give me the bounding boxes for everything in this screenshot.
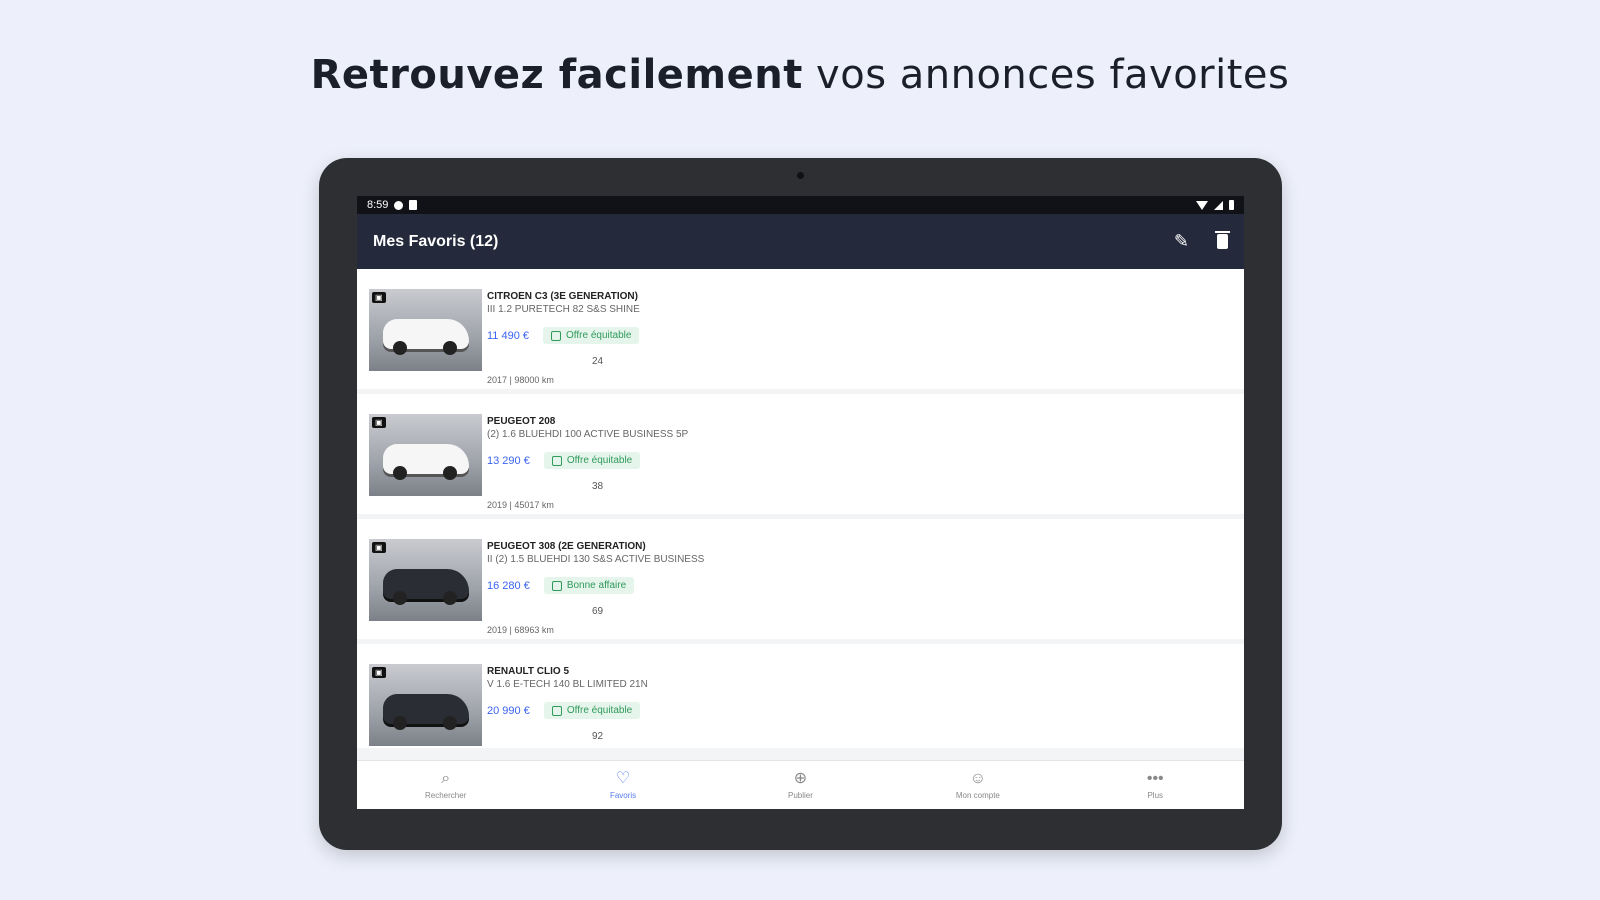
more-icon: ••• bbox=[1146, 770, 1164, 787]
listing-price: 16 280 € bbox=[487, 579, 530, 592]
nav-item-mon-compte[interactable]: ☺ Mon compte bbox=[938, 770, 1018, 800]
photo-badge: ▣ bbox=[372, 417, 386, 428]
wheel bbox=[393, 716, 407, 730]
wheel bbox=[393, 591, 407, 605]
listing-meta: 2019 | 45017 km bbox=[487, 500, 554, 510]
photo-count: 92 bbox=[592, 731, 604, 742]
listing-meta: 2017 | 98000 km bbox=[487, 375, 554, 385]
check-icon bbox=[551, 580, 562, 591]
headline: Retrouvez facilement vos annonces favori… bbox=[0, 52, 1600, 98]
listing-version: (2) 1.6 BLUEHDI 100 ACTIVE BUSINESS 5P bbox=[487, 429, 689, 440]
sync-icon bbox=[394, 200, 404, 210]
favorites-list: ▣ CITROEN C3 (3E GENERATION) III 1.2 PUR… bbox=[357, 269, 1244, 748]
listing-model: CITROEN C3 (3E GENERATION) bbox=[487, 291, 638, 302]
status-time: 8:59 bbox=[367, 199, 389, 211]
listing-version: II (2) 1.5 BLUEHDI 130 S&S ACTIVE BUSINE… bbox=[487, 554, 705, 565]
battery-icon bbox=[1229, 200, 1234, 210]
photo-count: 24 bbox=[592, 356, 604, 367]
nav-item-publier[interactable]: ⊕ Publier bbox=[760, 770, 840, 800]
user-icon: ☺ bbox=[969, 770, 987, 787]
listing-model: PEUGEOT 208 bbox=[487, 416, 556, 427]
listing-meta: 2019 | 68963 km bbox=[487, 625, 554, 635]
price-rating-label: Offre équitable bbox=[566, 455, 633, 466]
listing-model: PEUGEOT 308 (2E GENERATION) bbox=[487, 541, 646, 552]
car-photo[interactable]: ▣ bbox=[369, 539, 482, 621]
photo-badge: ▣ bbox=[372, 667, 386, 678]
headline-light: vos annonces favorites bbox=[816, 52, 1290, 98]
car-photo[interactable]: ▣ bbox=[369, 664, 482, 746]
tablet-screen: 8:59 Mes Favoris (12) ✎ ▣ CITROEN C3 (3E… bbox=[357, 196, 1244, 809]
nav-item-plus[interactable]: ••• Plus bbox=[1115, 770, 1195, 800]
wheel bbox=[443, 466, 457, 480]
wifi-icon bbox=[1196, 200, 1208, 210]
check-icon bbox=[551, 455, 562, 466]
tablet-frame: 8:59 Mes Favoris (12) ✎ ▣ CITROEN C3 (3E… bbox=[319, 158, 1282, 850]
price-rating-badge: Offre équitable bbox=[543, 327, 640, 344]
photo-badge: ▣ bbox=[372, 542, 386, 553]
search-icon: ⌕ bbox=[441, 770, 451, 787]
listing-card[interactable]: ▣ CITROEN C3 (3E GENERATION) III 1.2 PUR… bbox=[357, 269, 1244, 389]
price-rating-badge: Offre équitable bbox=[543, 452, 641, 469]
listing-price: 13 290 € bbox=[487, 454, 530, 467]
camera-dot bbox=[797, 172, 804, 179]
notification-bell-icon[interactable]: ✎ bbox=[1174, 231, 1189, 252]
listing-version: III 1.2 PURETECH 82 S&S SHINE bbox=[487, 304, 640, 315]
wheel bbox=[443, 591, 457, 605]
nav-label: Plus bbox=[1147, 791, 1164, 800]
price-rating-label: Offre équitable bbox=[566, 705, 633, 716]
car-photo[interactable]: ▣ bbox=[369, 414, 482, 496]
wheel bbox=[443, 341, 457, 355]
nav-item-rechercher[interactable]: ⌕ Rechercher bbox=[406, 770, 486, 800]
photo-count: 38 bbox=[592, 481, 604, 492]
nav-label: Publier bbox=[788, 791, 813, 800]
nav-item-favoris[interactable]: ♡ Favoris bbox=[583, 770, 663, 800]
headline-bold: Retrouvez facilement bbox=[310, 52, 803, 98]
wheel bbox=[393, 466, 407, 480]
car-photo[interactable]: ▣ bbox=[369, 289, 482, 371]
nav-label: Mon compte bbox=[955, 791, 1000, 800]
listing-price: 11 490 € bbox=[487, 329, 530, 342]
status-bar: 8:59 bbox=[357, 196, 1244, 214]
wheel bbox=[443, 716, 457, 730]
sim-card-icon bbox=[409, 200, 418, 210]
price-rating-label: Bonne affaire bbox=[566, 580, 627, 591]
listing-card[interactable]: ▣ PEUGEOT 308 (2E GENERATION) II (2) 1.5… bbox=[357, 519, 1244, 639]
listing-card[interactable]: ▣ RENAULT CLIO 5 V 1.6 E-TECH 140 BL LIM… bbox=[357, 644, 1244, 748]
signal-icon bbox=[1214, 200, 1223, 210]
bottom-navigation: ⌕ Rechercher ♡ Favoris ⊕ Publier ☺ Mon c… bbox=[357, 760, 1244, 809]
nav-label: Favoris bbox=[609, 791, 637, 800]
price-rating-badge: Offre équitable bbox=[543, 702, 641, 719]
nav-label: Rechercher bbox=[425, 791, 467, 800]
heart-icon: ♡ bbox=[615, 770, 631, 787]
price-rating-badge: Bonne affaire bbox=[543, 577, 635, 594]
photo-badge: ▣ bbox=[372, 292, 386, 303]
listing-card[interactable]: ▣ PEUGEOT 208 (2) 1.6 BLUEHDI 100 ACTIVE… bbox=[357, 394, 1244, 514]
listing-version: V 1.6 E-TECH 140 BL LIMITED 21N bbox=[487, 679, 648, 690]
listing-price: 20 990 € bbox=[487, 704, 530, 717]
listing-model: RENAULT CLIO 5 bbox=[487, 666, 570, 677]
page-title: Mes Favoris (12) bbox=[373, 232, 499, 250]
wheel bbox=[393, 341, 407, 355]
trash-icon[interactable] bbox=[1215, 231, 1230, 249]
price-rating-label: Offre équitable bbox=[566, 330, 632, 341]
plus-circle-icon: ⊕ bbox=[793, 770, 808, 787]
photo-count: 69 bbox=[592, 606, 604, 617]
check-icon bbox=[551, 705, 562, 716]
check-icon bbox=[551, 330, 562, 341]
app-bar: Mes Favoris (12) ✎ bbox=[357, 214, 1244, 269]
